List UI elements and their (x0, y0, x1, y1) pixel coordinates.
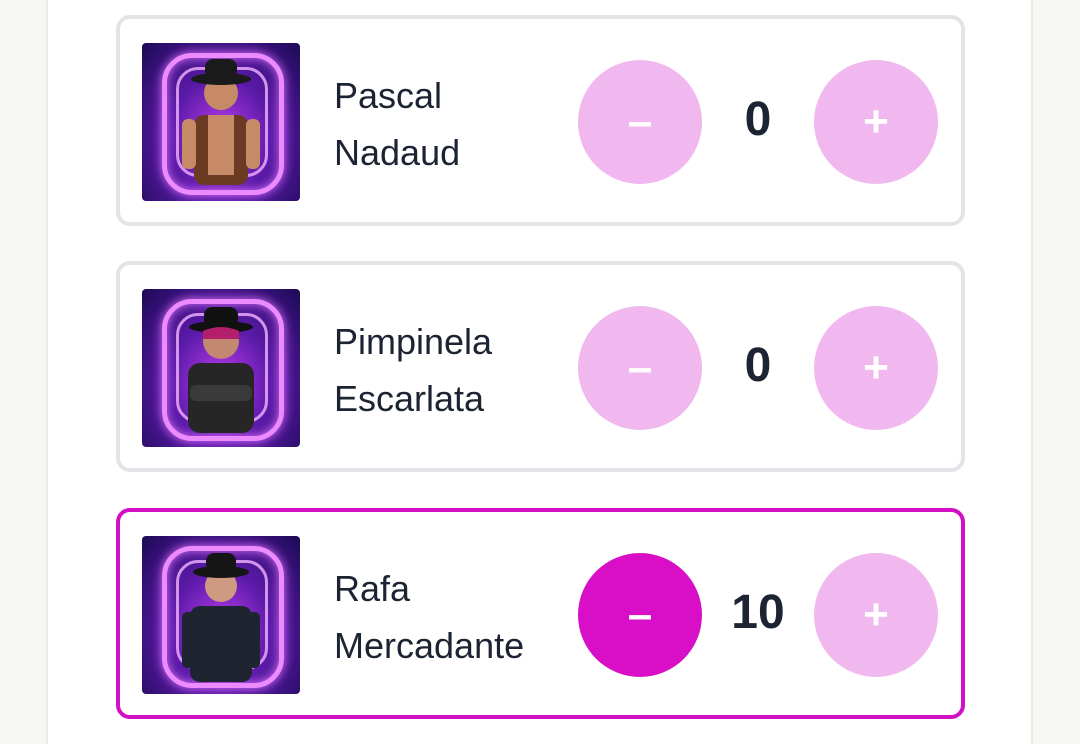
person-silhouette-icon (182, 553, 260, 682)
contestant-card-rafa-mercadante: Rafa Mercadante – 10 + (116, 508, 965, 719)
minus-icon: – (627, 97, 653, 146)
person-silhouette-icon (182, 59, 260, 185)
contestant-name: Rafa Mercadante (334, 568, 525, 666)
plus-icon: + (863, 590, 889, 639)
increment-button[interactable]: + (814, 553, 938, 677)
contestant-card-pascal-nadaud: Pascal Nadaud – 0 + (116, 15, 965, 226)
contestant-name: Pascal Nadaud (334, 75, 461, 173)
increment-button[interactable]: + (814, 60, 938, 184)
minus-icon: – (627, 590, 653, 639)
increment-button[interactable]: + (814, 306, 938, 430)
vote-count: 10 (731, 586, 785, 639)
contestant-photo (142, 289, 300, 447)
decrement-button[interactable]: – (578, 60, 702, 184)
contestant-photo (142, 536, 300, 694)
vote-count: 0 (744, 93, 772, 146)
contestant-photo (142, 43, 300, 201)
plus-icon: + (863, 97, 889, 146)
contestant-name: Pimpinela Escarlata (334, 321, 493, 419)
plus-icon: + (863, 343, 889, 392)
contestant-card-pimpinela-escarlata: Pimpinela Escarlata – 0 + (116, 261, 965, 472)
decrement-button[interactable]: – (578, 553, 702, 677)
person-silhouette-icon (188, 307, 254, 433)
vote-count: 0 (744, 339, 772, 392)
minus-icon: – (627, 343, 653, 392)
decrement-button[interactable]: – (578, 306, 702, 430)
